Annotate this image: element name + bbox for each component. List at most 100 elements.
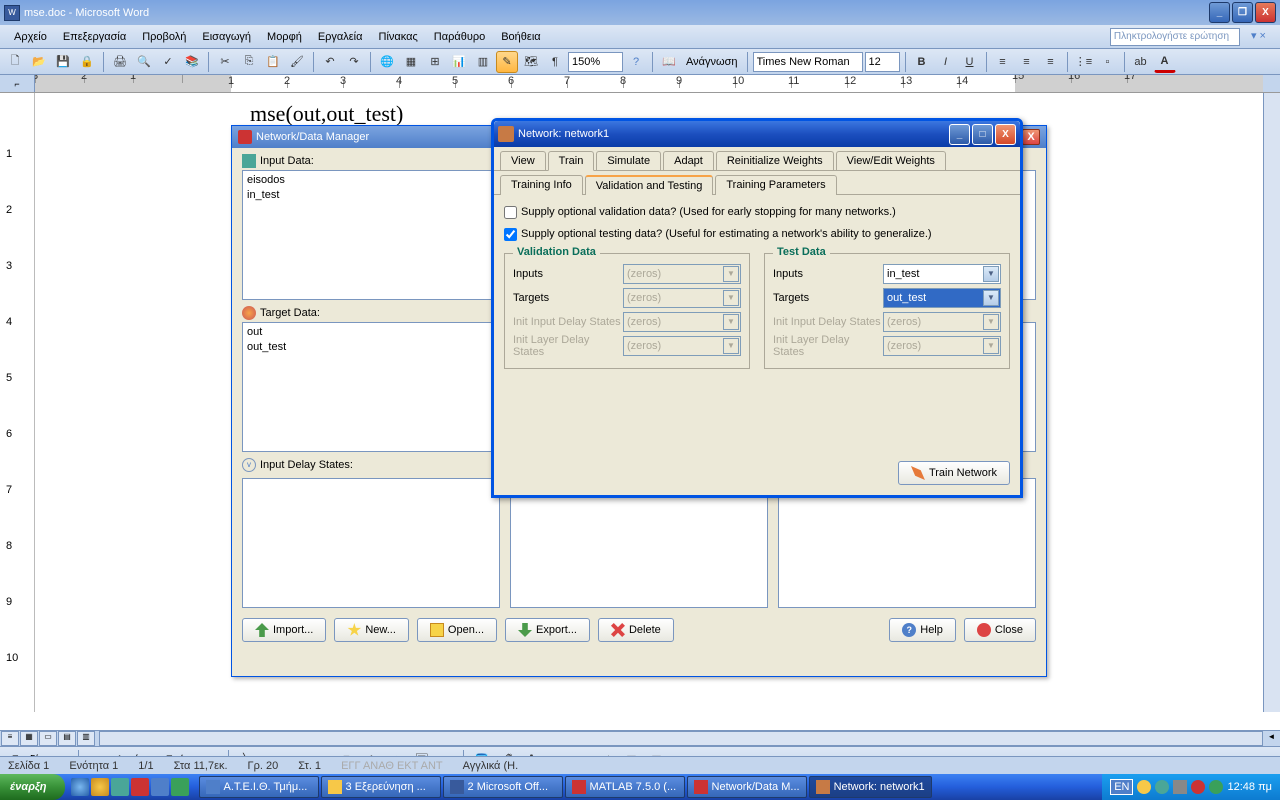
- window-restore[interactable]: ❐: [1232, 2, 1253, 23]
- ql-app1-icon[interactable]: [131, 778, 149, 796]
- copy-icon[interactable]: ⎘: [238, 51, 260, 73]
- tray-clock[interactable]: 12:48 πμ: [1227, 781, 1272, 793]
- menu-format[interactable]: Μορφή: [259, 28, 310, 46]
- tab-adapt[interactable]: Adapt: [663, 151, 714, 170]
- network-maximize[interactable]: □: [972, 124, 993, 145]
- close-button[interactable]: Close: [964, 618, 1036, 642]
- ql-media-icon[interactable]: [91, 778, 109, 796]
- menu-table[interactable]: Πίνακας: [371, 28, 426, 46]
- border-icon[interactable]: ▫: [1097, 51, 1119, 73]
- import-button[interactable]: Import...: [242, 618, 326, 642]
- tray-volume-icon[interactable]: [1173, 780, 1187, 794]
- taskbar-ie[interactable]: A.T.E.I.Θ. Τμήμ...: [199, 776, 319, 798]
- tab-train[interactable]: Train: [548, 151, 595, 171]
- align-center-icon[interactable]: ≡: [1016, 51, 1038, 73]
- taskbar-datamgr[interactable]: Network/Data M...: [687, 776, 807, 798]
- window-close[interactable]: X: [1255, 2, 1276, 23]
- export-button[interactable]: Export...: [505, 618, 590, 642]
- tables-borders-icon[interactable]: ▦: [400, 51, 422, 73]
- zoom-combo[interactable]: [568, 52, 623, 72]
- tab-reinitialize[interactable]: Reinitialize Weights: [716, 151, 834, 170]
- read-mode-icon[interactable]: 📖: [658, 51, 680, 73]
- web-view-icon[interactable]: ▦: [20, 731, 38, 746]
- tray-icon-4[interactable]: [1209, 780, 1223, 794]
- columns-icon[interactable]: ▥: [472, 51, 494, 73]
- taskbar-explorer[interactable]: 3 Εξερεύνηση ...: [321, 776, 441, 798]
- align-left-icon[interactable]: ≡: [992, 51, 1014, 73]
- new-doc-icon[interactable]: 🗋: [4, 51, 26, 73]
- help-button[interactable]: ?Help: [889, 618, 956, 642]
- hyperlink-icon[interactable]: 🌐: [376, 51, 398, 73]
- menu-help[interactable]: Βοήθεια: [493, 28, 548, 46]
- data-manager-close[interactable]: X: [1022, 129, 1040, 145]
- help-icon[interactable]: ?: [625, 51, 647, 73]
- menu-window[interactable]: Παράθυρο: [426, 28, 493, 46]
- tab-view[interactable]: View: [500, 151, 546, 170]
- menu-file[interactable]: Αρχείο: [6, 28, 55, 46]
- font-color-icon[interactable]: A: [1154, 51, 1176, 73]
- ql-desktop-icon[interactable]: [111, 778, 129, 796]
- delete-button[interactable]: Delete: [598, 618, 674, 642]
- testing-checkbox[interactable]: [504, 228, 517, 241]
- fontsize-combo[interactable]: [865, 52, 900, 72]
- train-network-button[interactable]: Train Network: [898, 461, 1010, 485]
- show-marks-icon[interactable]: ¶: [544, 51, 566, 73]
- italic-icon[interactable]: I: [935, 51, 957, 73]
- menu-tools[interactable]: Εργαλεία: [310, 28, 371, 46]
- numbering-icon[interactable]: ⋮≡: [1073, 51, 1095, 73]
- network-minimize[interactable]: _: [949, 124, 970, 145]
- docmap-icon[interactable]: 🗺: [520, 51, 542, 73]
- bold-icon[interactable]: B: [911, 51, 933, 73]
- tab-training-params[interactable]: Training Parameters: [715, 175, 836, 195]
- insert-table-icon[interactable]: ⊞: [424, 51, 446, 73]
- delay-list-1[interactable]: [242, 478, 500, 608]
- font-combo[interactable]: [753, 52, 863, 72]
- reading-view-icon[interactable]: ▥: [77, 731, 95, 746]
- ql-app3-icon[interactable]: [171, 778, 189, 796]
- redo-icon[interactable]: ↷: [343, 51, 365, 73]
- start-button[interactable]: έναρξη: [0, 774, 65, 800]
- taskbar-network[interactable]: Network: network1: [809, 776, 932, 798]
- read-label[interactable]: Ανάγνωση: [682, 56, 742, 68]
- tab-training-info[interactable]: Training Info: [500, 175, 583, 195]
- menu-view[interactable]: Προβολή: [134, 28, 194, 46]
- normal-view-icon[interactable]: ≡: [1, 731, 19, 746]
- network-close[interactable]: X: [995, 124, 1016, 145]
- test-inputs-combo[interactable]: in_test▼: [883, 264, 1001, 284]
- open-icon[interactable]: 📂: [28, 51, 50, 73]
- cut-icon[interactable]: ✂: [214, 51, 236, 73]
- highlight-icon[interactable]: ab: [1130, 51, 1152, 73]
- permission-icon[interactable]: 🔒: [76, 51, 98, 73]
- tray-lang[interactable]: EN: [1110, 779, 1133, 795]
- print-icon[interactable]: 🖨: [109, 51, 131, 73]
- taskbar-word[interactable]: 2 Microsoft Off...: [443, 776, 563, 798]
- print-view-icon[interactable]: ▭: [39, 731, 57, 746]
- help-question-input[interactable]: [1110, 28, 1240, 46]
- tab-simulate[interactable]: Simulate: [596, 151, 661, 170]
- underline-icon[interactable]: U: [959, 51, 981, 73]
- format-painter-icon[interactable]: 🖌: [286, 51, 308, 73]
- ql-app2-icon[interactable]: [151, 778, 169, 796]
- system-tray[interactable]: EN 12:48 πμ: [1102, 774, 1280, 800]
- open-button[interactable]: Open...: [417, 618, 497, 642]
- menu-edit[interactable]: Επεξεργασία: [55, 28, 134, 46]
- horizontal-ruler[interactable]: ⌐ 3 2 1 1 2 3 4 5 6 7 8 9 10 11 12 13 14…: [0, 75, 1280, 93]
- vertical-ruler[interactable]: 1 2 3 4 5 6 7 8 9 10: [0, 93, 35, 712]
- outline-view-icon[interactable]: ▤: [58, 731, 76, 746]
- tray-icon-1[interactable]: [1137, 780, 1151, 794]
- spell-icon[interactable]: ✓: [157, 51, 179, 73]
- test-targets-combo[interactable]: out_test▼: [883, 288, 1001, 308]
- tray-icon-2[interactable]: [1155, 780, 1169, 794]
- horizontal-scrollbar[interactable]: [99, 731, 1263, 746]
- window-minimize[interactable]: _: [1209, 2, 1230, 23]
- drawing-icon[interactable]: ✎: [496, 51, 518, 73]
- tab-validation-testing[interactable]: Validation and Testing: [585, 175, 714, 195]
- network-titlebar[interactable]: Network: network1 _ □ X: [494, 121, 1020, 147]
- ql-ie-icon[interactable]: [71, 778, 89, 796]
- save-icon[interactable]: 💾: [52, 51, 74, 73]
- validation-checkbox[interactable]: [504, 206, 517, 219]
- taskbar-matlab[interactable]: MATLAB 7.5.0 (...: [565, 776, 685, 798]
- undo-icon[interactable]: ↶: [319, 51, 341, 73]
- tray-icon-3[interactable]: [1191, 780, 1205, 794]
- vertical-scrollbar[interactable]: [1263, 93, 1280, 712]
